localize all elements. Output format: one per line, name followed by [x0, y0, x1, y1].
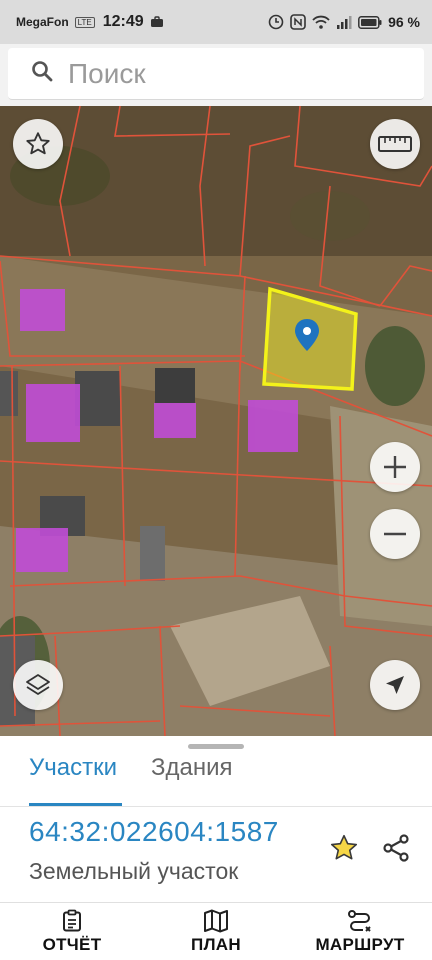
ruler-icon	[378, 136, 412, 152]
share-button[interactable]	[380, 832, 412, 864]
wifi-icon	[312, 15, 330, 29]
nav-route[interactable]: МАРШРУТ	[288, 903, 432, 960]
nav-plan-label: ПЛАН	[191, 934, 241, 954]
report-icon	[63, 909, 81, 931]
tab-parcels[interactable]: Участки	[29, 754, 117, 782]
nav-route-label: МАРШРУТ	[315, 934, 405, 954]
battery-icon	[358, 15, 382, 29]
nav-plan[interactable]: ПЛАН	[144, 903, 288, 960]
my-location-button[interactable]	[370, 660, 420, 710]
navigation-arrow-icon	[386, 676, 404, 694]
bottom-navigation: ОТЧЁТ ПЛАН МАРШРУТ	[0, 902, 432, 960]
briefcase-icon	[150, 16, 164, 28]
map-icon	[204, 909, 228, 932]
battery-level: 96 %	[388, 14, 420, 30]
carrier-name: MegaFon	[16, 15, 69, 29]
status-bar: MegaFon LTE 12:49 96 %	[0, 0, 432, 44]
nav-report[interactable]: ОТЧЁТ	[0, 903, 144, 960]
search-header	[0, 44, 432, 106]
search-icon[interactable]	[30, 59, 54, 88]
zoom-out-button[interactable]	[370, 509, 420, 559]
plus-icon	[384, 456, 406, 478]
star-filled-icon	[330, 834, 358, 860]
cadastral-number[interactable]: 64:32:022604:1587	[29, 816, 279, 848]
ruler-measure-button[interactable]	[370, 119, 420, 169]
search-bar	[8, 48, 429, 100]
map-canvas[interactable]	[0, 106, 432, 736]
minus-icon	[384, 532, 406, 536]
nav-report-label: ОТЧЁТ	[42, 934, 102, 954]
share-icon	[383, 834, 409, 862]
network-badge: LTE	[74, 16, 95, 28]
parcel-info-sheet: Участки Здания 64:32:022604:1587 Земельн…	[0, 736, 432, 902]
satellite-map[interactable]	[0, 106, 432, 736]
search-input[interactable]	[68, 57, 429, 90]
object-type-tabs: Участки Здания	[0, 748, 432, 807]
nfc-icon	[290, 14, 306, 30]
add-favorite-button[interactable]	[328, 832, 360, 864]
alarm-icon	[268, 14, 284, 30]
layers-icon	[26, 674, 50, 695]
clock: 12:49	[102, 13, 144, 30]
parcel-type: Земельный участок	[29, 858, 239, 884]
favorite-star-button[interactable]	[13, 119, 63, 169]
route-icon	[348, 909, 371, 932]
tab-buildings[interactable]: Здания	[151, 754, 233, 782]
zoom-in-button[interactable]	[370, 442, 420, 492]
tabs-divider	[0, 806, 432, 807]
layers-button[interactable]	[13, 660, 63, 710]
star-outline-icon	[26, 132, 50, 155]
signal-icon	[336, 15, 352, 29]
